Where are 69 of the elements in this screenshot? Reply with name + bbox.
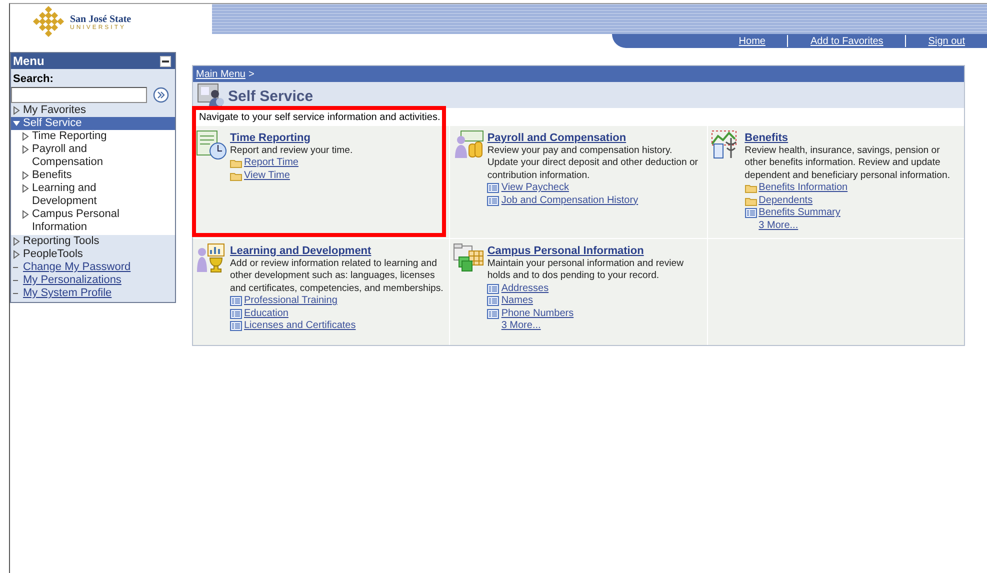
page-icon	[487, 308, 500, 319]
menu-item[interactable]: Payroll and Compensation	[32, 143, 160, 169]
sublink[interactable]: View Paycheck	[501, 182, 569, 194]
page-icon	[487, 196, 500, 206]
page-icon	[230, 308, 242, 319]
breadcrumb-separator: >	[248, 68, 254, 80]
page-icon	[487, 296, 500, 306]
menu-item[interactable]: Reporting Tools	[23, 235, 100, 248]
header-link[interactable]: Sign out	[906, 36, 987, 46]
page-icon	[744, 208, 757, 218]
page-icon	[487, 284, 500, 294]
sublink[interactable]: Addresses	[501, 282, 549, 295]
page-icon	[487, 183, 500, 194]
menu-item[interactable]: Time Reporting	[32, 130, 160, 143]
intro-text: Navigate to your self service information and activities.	[193, 108, 964, 126]
dash-icon	[13, 293, 18, 294]
timesheet-clock-icon	[196, 130, 228, 160]
more-link[interactable]: 3 More...	[501, 320, 541, 332]
page-title: Self Service	[228, 88, 314, 107]
menu-link[interactable]: Change My Password	[23, 261, 131, 274]
sublink[interactable]: Professional Training	[244, 295, 338, 308]
page-icon	[230, 296, 242, 306]
sublink[interactable]: Benefits Summary	[758, 207, 840, 220]
sublink[interactable]: Job and Compensation History	[501, 194, 638, 207]
folder-icon	[230, 158, 242, 168]
sublink[interactable]: View Time	[244, 170, 290, 182]
category-link[interactable]: Campus Personal Information	[487, 245, 644, 257]
folder-icon	[230, 170, 242, 181]
university-emblem-icon	[32, 5, 66, 39]
sublink[interactable]: Education	[244, 308, 288, 320]
breadcrumb-link[interactable]: Main Menu	[196, 68, 246, 80]
sublink[interactable]: Licenses and Certificates	[244, 320, 356, 332]
sublink[interactable]: Benefits Information	[758, 182, 848, 194]
category-description: Maintain your personal information and review holds and to dos pending to your record.	[487, 258, 685, 282]
search-go-button[interactable]	[153, 87, 169, 103]
menu-item[interactable]: PeopleTools	[23, 248, 83, 261]
sublink[interactable]: Dependents	[758, 194, 813, 207]
category-description: Review your pay and compensation history. Update your direct deposit and other deduction or contribution information.	[487, 144, 699, 182]
folder-icon	[744, 196, 757, 206]
person-coins-icon	[453, 130, 486, 160]
category-link[interactable]: Learning and Development	[230, 245, 372, 257]
sublink[interactable]: Phone Numbers	[501, 308, 574, 320]
menu-item[interactable]: Campus Personal Information	[32, 208, 160, 234]
menu-link[interactable]: My Personalizations	[23, 274, 122, 287]
category-link[interactable]: Payroll and Compensation	[487, 132, 626, 144]
menu-item[interactable]: Benefits	[32, 169, 160, 182]
sublink[interactable]: Report Time	[244, 157, 298, 170]
dash-icon	[13, 280, 18, 281]
folder-icon	[744, 183, 757, 194]
university-name: San José State	[70, 14, 132, 24]
search-label: Search:	[12, 72, 54, 87]
menu-item[interactable]: My Favorites	[23, 104, 86, 117]
page-icon	[230, 321, 242, 332]
search-field[interactable]	[11, 87, 147, 103]
header-link[interactable]: Home	[716, 36, 788, 46]
category-link[interactable]: Time Reporting	[230, 132, 310, 144]
collapse-icon	[160, 56, 171, 66]
menu-item[interactable]: Learning and Development	[32, 182, 160, 208]
category-description: Report and review your time.	[230, 144, 353, 157]
folder-calendar-icon	[453, 243, 486, 273]
menu-link[interactable]: My System Profile	[23, 287, 112, 300]
more-link[interactable]: 3 More...	[758, 220, 798, 232]
category-description: Add or review information related to learning and other development such as: languages, licenses and certificates, competencies, and memberships.	[230, 258, 444, 295]
menu-title: Menu	[13, 54, 44, 68]
dash-icon	[13, 267, 18, 268]
header-link[interactable]: Add to Favorites	[788, 36, 906, 46]
category-link[interactable]: Benefits	[744, 132, 788, 144]
sublink[interactable]: Names	[501, 295, 534, 308]
category-description: Review health, insurance, savings, pension or other benefits information. Review and update dependent and beneficiary personal information.	[744, 144, 951, 182]
